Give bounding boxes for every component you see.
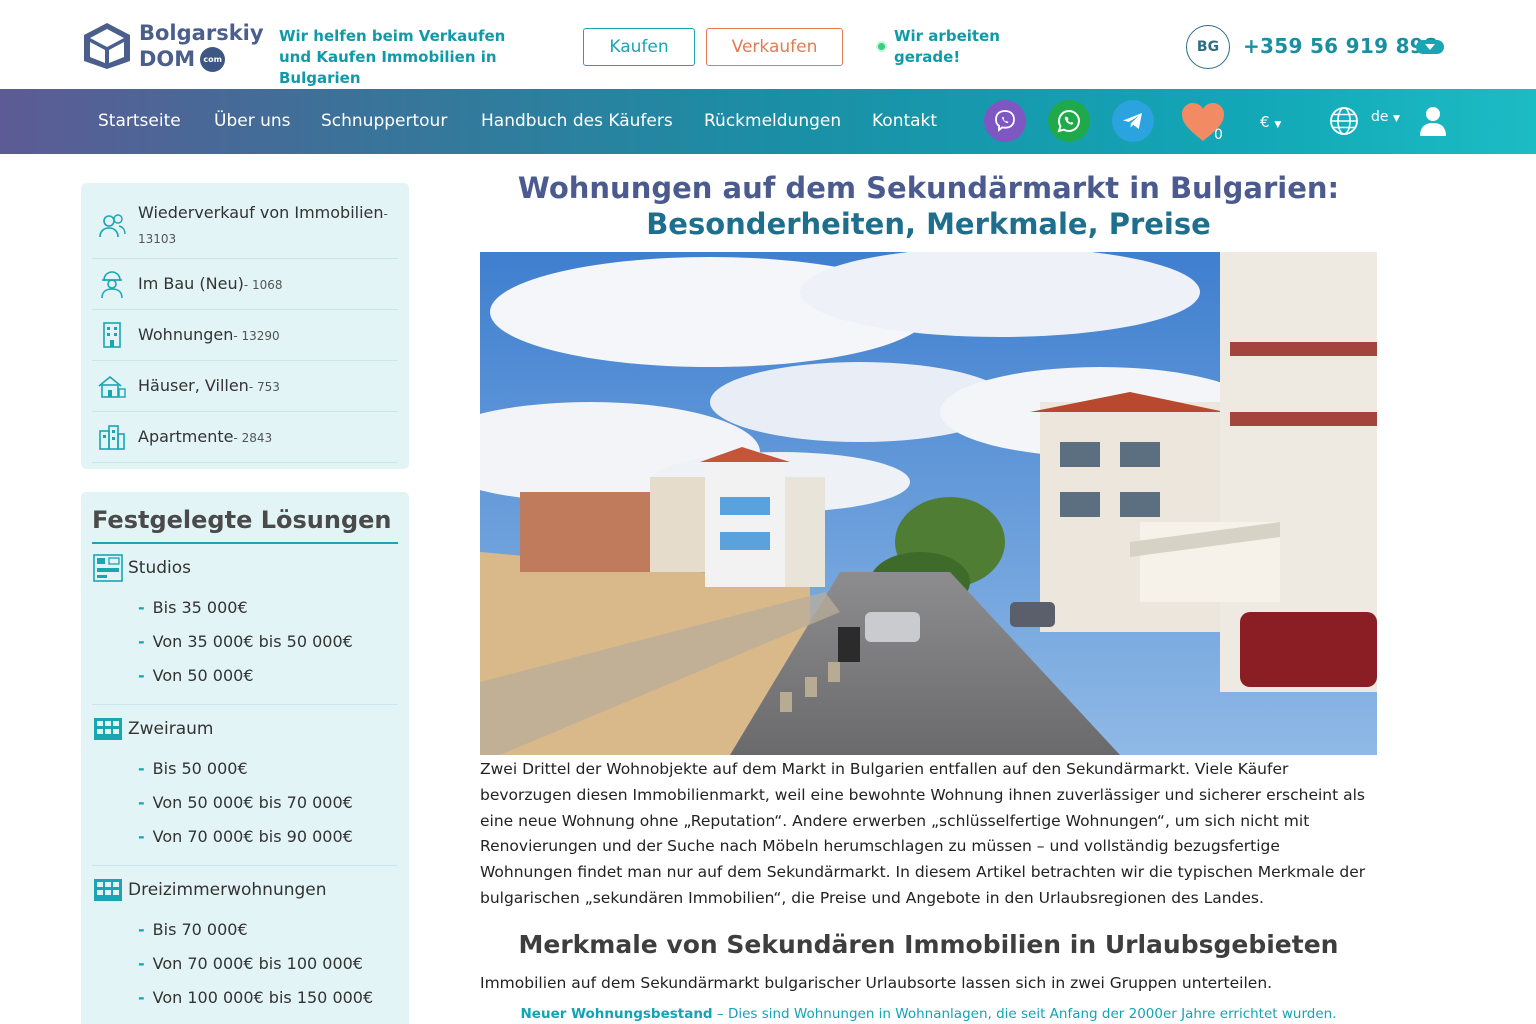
street-scene-illustration bbox=[480, 252, 1377, 755]
price-filter-link[interactable]: - Von 50 000€ bis 70 000€ bbox=[92, 785, 398, 819]
category-apartmente[interactable]: Apartmente- 2843 bbox=[92, 412, 398, 463]
whatsapp-icon bbox=[1057, 109, 1080, 133]
nav-rueckmeldungen[interactable]: Rückmeldungen bbox=[704, 111, 841, 131]
solutions-panel: Festgelegte Lösungen Studios - Bis 35 000… bbox=[81, 492, 409, 1024]
logo-com-badge: com bbox=[200, 46, 226, 72]
article-title-line1: Wohnungen auf dem Sekundärmarkt in Bulga… bbox=[517, 171, 1340, 205]
language-selector[interactable]: de ▼ bbox=[1371, 109, 1400, 125]
price-filter-link[interactable]: - Von 70 000€ bis 100 000€ bbox=[92, 946, 398, 980]
site-logo[interactable]: Bolgarskiy DOM com bbox=[82, 20, 264, 72]
favorites-count: 0 bbox=[1214, 127, 1223, 143]
section-highlight: Neuer Wohnungsbestand – Dies sind Wohnun… bbox=[480, 1006, 1377, 1022]
online-status-text: Wir arbeiten gerade! bbox=[894, 27, 1000, 66]
price-filter-link[interactable]: - Bis 70 000€ bbox=[92, 912, 398, 946]
apartment-block-icon bbox=[99, 425, 125, 450]
category-count: - 13290 bbox=[233, 328, 280, 343]
whatsapp-button[interactable] bbox=[1048, 100, 1090, 142]
category-label: Im Bau (Neu) bbox=[138, 273, 244, 293]
studio-room-icon bbox=[93, 554, 123, 582]
category-label: Apartmente bbox=[138, 426, 234, 446]
category-count: - 2843 bbox=[233, 430, 273, 445]
solution-name[interactable]: Zweiraum bbox=[128, 719, 213, 739]
logo-house-icon bbox=[84, 23, 130, 69]
highlight-term[interactable]: Neuer Wohnungsbestand bbox=[521, 1006, 713, 1022]
category-panel: Wiederverkauf von Immobilien- 13103 Im B… bbox=[81, 183, 409, 469]
article-title-line2: Besonderheiten, Merkmale, Preise bbox=[646, 207, 1211, 241]
solution-group-studios: Studios - Bis 35 000€ - Von 35 000€ bis 50… bbox=[92, 546, 398, 705]
country-badge[interactable]: BG bbox=[1186, 25, 1230, 69]
category-label: Wohnungen bbox=[138, 324, 234, 344]
online-dot-icon bbox=[878, 43, 885, 50]
price-filter-link[interactable]: - Von 70 000€ bis 90 000€ bbox=[92, 819, 398, 853]
section-heading: Merkmale von Sekundären Immobilien in Ur… bbox=[518, 930, 1339, 959]
solution-name[interactable]: Dreizimmerwohnungen bbox=[128, 880, 327, 900]
article-title: Wohnungen auf dem Sekundärmarkt in Bulga… bbox=[480, 170, 1377, 242]
telegram-icon bbox=[1123, 113, 1142, 129]
logo-text-bottom: DOM bbox=[139, 47, 196, 71]
price-filter-link[interactable]: - Bis 50 000€ bbox=[92, 751, 398, 785]
solution-name[interactable]: Studios bbox=[128, 558, 191, 578]
globe-icon[interactable] bbox=[1328, 105, 1360, 137]
telegram-button[interactable] bbox=[1112, 100, 1154, 142]
category-new-build[interactable]: Im Bau (Neu)- 1068 bbox=[92, 259, 398, 310]
nav-kontakt[interactable]: Kontakt bbox=[872, 111, 937, 131]
floorplan-icon bbox=[94, 879, 122, 901]
user-account-icon[interactable] bbox=[1419, 105, 1447, 137]
article-photo bbox=[480, 252, 1377, 755]
category-houses[interactable]: Häuser, Villen- 753 bbox=[92, 361, 398, 412]
phone-number[interactable]: +359 56 919 898 bbox=[1243, 34, 1438, 58]
nav-ueber-uns[interactable]: Über uns bbox=[214, 111, 291, 131]
site-header: Bolgarskiy DOM com Wir helfen beim Verkau… bbox=[0, 0, 1536, 89]
caret-down-icon: ▼ bbox=[1274, 120, 1282, 130]
category-count: - 753 bbox=[248, 379, 280, 394]
viber-icon bbox=[995, 110, 1015, 132]
buy-button[interactable]: Kaufen bbox=[583, 28, 695, 66]
category-label: Wiederverkauf von Immobilien bbox=[138, 202, 384, 222]
nav-schnuppertour[interactable]: Schnuppertour bbox=[321, 111, 447, 131]
house-icon bbox=[98, 375, 126, 398]
price-filter-link[interactable]: - Bis 35 000€ bbox=[92, 590, 398, 624]
category-count: - 1068 bbox=[243, 277, 283, 292]
solution-group-three-room: Dreizimmerwohnungen - Bis 70 000€ - Von 70… bbox=[92, 868, 398, 1024]
logo-text-top: Bolgarskiy bbox=[139, 21, 264, 45]
article-intro: Zwei Drittel der Wohnobjekte auf dem Mar… bbox=[480, 760, 1366, 907]
price-filter-link[interactable]: - Von 50 000€ bbox=[92, 658, 398, 692]
building-icon bbox=[103, 322, 121, 348]
people-icon bbox=[99, 213, 126, 237]
main-nav: Startseite Über uns Schnuppertour Handbu… bbox=[0, 89, 1536, 154]
sell-button[interactable]: Verkaufen bbox=[706, 28, 843, 66]
phone-dropdown-toggle[interactable] bbox=[1416, 40, 1444, 54]
viber-button[interactable] bbox=[984, 100, 1026, 142]
language-value: de bbox=[1371, 109, 1389, 125]
price-filter-link[interactable]: - Von 35 000€ bis 50 000€ bbox=[92, 624, 398, 658]
builder-icon bbox=[101, 271, 123, 299]
solutions-title: Festgelegte Lösungen bbox=[92, 506, 398, 544]
online-status: Wir arbeiten gerade! bbox=[878, 26, 1004, 68]
category-resale[interactable]: Wiederverkauf von Immobilien- 13103 bbox=[92, 193, 398, 259]
currency-value: € bbox=[1260, 113, 1270, 131]
category-apartments[interactable]: Wohnungen- 13290 bbox=[92, 310, 398, 361]
floorplan-icon bbox=[94, 718, 122, 740]
price-filter-link[interactable]: - Von 100 000€ bis 150 000€ bbox=[92, 980, 398, 1014]
caret-down-icon: ▼ bbox=[1392, 114, 1400, 124]
nav-handbuch[interactable]: Handbuch des Käufers bbox=[481, 111, 673, 131]
nav-startseite[interactable]: Startseite bbox=[98, 111, 181, 131]
section-paragraph: Immobilien auf dem Sekundärmarkt bulgari… bbox=[480, 974, 1273, 992]
solution-group-two-room: Zweiraum - Bis 50 000€ - Von 50 000€ bis 7… bbox=[92, 707, 398, 866]
highlight-text: – Dies sind Wohnungen in Wohnanlagen, di… bbox=[712, 1006, 1337, 1022]
header-tagline: Wir helfen beim Verkaufen und Kaufen Imm… bbox=[279, 27, 506, 87]
category-label: Häuser, Villen bbox=[138, 375, 249, 395]
currency-selector[interactable]: € ▼ bbox=[1260, 113, 1281, 131]
